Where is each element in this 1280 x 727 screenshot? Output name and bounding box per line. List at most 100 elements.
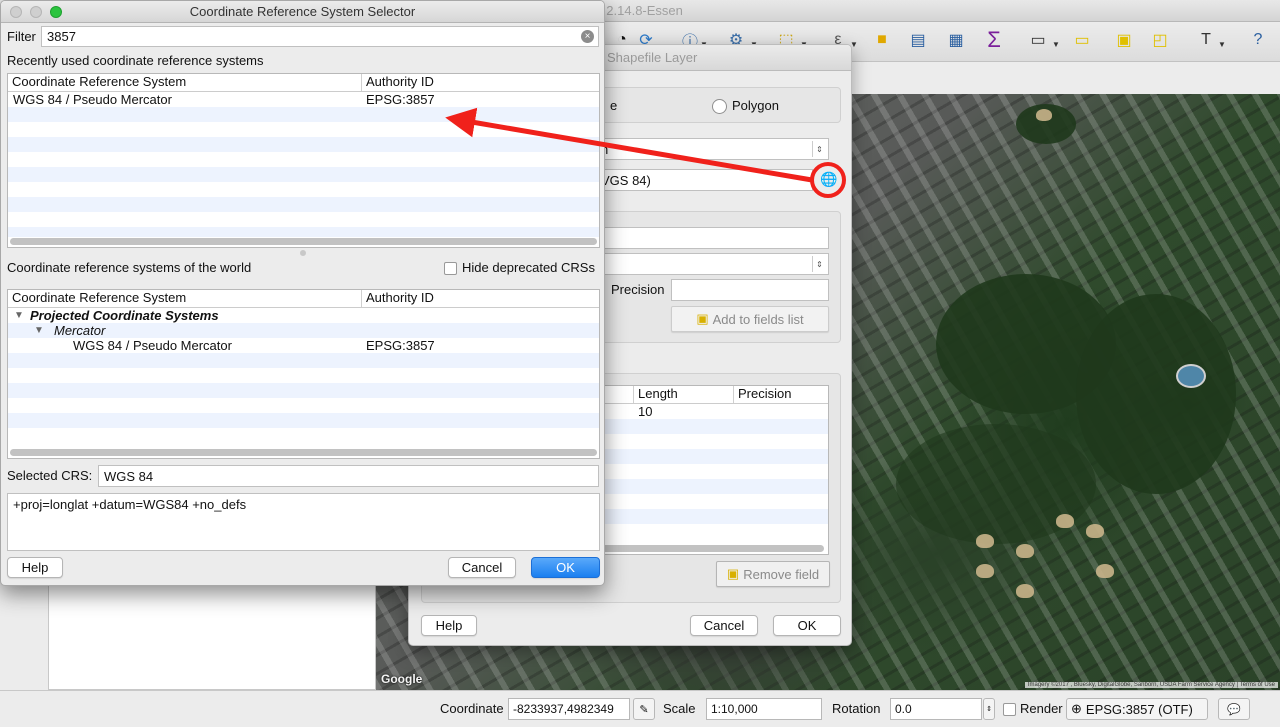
measure-icon[interactable]: ▭ [1026,28,1050,52]
statistics-icon[interactable]: Σ [982,27,1006,52]
splitter-handle[interactable] [300,250,306,256]
field-type-combo[interactable]: ⇕ [595,253,829,275]
polygon-radio[interactable] [712,99,727,114]
rotation-spinbox[interactable]: 0.0 [890,698,982,720]
crs-status-button[interactable]: ⊕ EPSG:3857 (OTF) [1066,698,1208,720]
coordinate-toggle-icon[interactable]: ✎ [633,698,655,720]
rotation-label: Rotation [832,701,881,716]
rotation-stepper[interactable]: ⇕ [983,698,995,720]
table-row [8,197,599,212]
render-label: Render [1020,701,1063,716]
polygon-label: Polygon [732,98,779,113]
hide-deprecated-checkbox[interactable] [444,262,457,275]
chevron-down-icon[interactable]: ▼ [1218,40,1226,49]
crs-dialog-titlebar: Coordinate Reference System Selector [1,1,604,23]
remove-field-label: Remove field [743,566,820,582]
recent-crs-label: Recently used coordinate reference syste… [7,53,264,68]
column-header-authority[interactable]: Authority ID [362,290,599,307]
ballfield [1096,564,1114,578]
pond [1176,364,1206,388]
remove-field-button[interactable]: ▣ Remove field [716,561,830,587]
disclosure-triangle-icon[interactable]: ▼ [34,325,44,336]
cancel-button[interactable]: Cancel [690,615,758,636]
add-to-fields-button[interactable]: ▣ Add to fields list [671,306,829,332]
layers-panel[interactable] [48,580,376,690]
coordinate-field[interactable]: -8233937,4982349 [508,698,630,720]
column-header-authority[interactable]: Authority ID [362,74,599,91]
google-logo: Google [381,672,423,686]
filter-label: Filter [7,29,36,44]
column-header-crs[interactable]: Coordinate Reference System [8,290,362,307]
recent-crs-name: WGS 84 / Pseudo Mercator [13,92,172,107]
recent-crs-authority: EPSG:3857 [366,92,435,107]
table-row[interactable]: WGS 84 / Pseudo Mercator EPSG:3857 [8,92,599,107]
attribute-table-icon[interactable]: ▤ [906,28,930,52]
fields-table[interactable]: Length Precision 10 [595,385,829,555]
geometry-type-partial-label: e [610,98,618,113]
horizontal-scrollbar[interactable] [10,449,597,456]
text-annotation-icon[interactable]: T [1194,28,1218,52]
horizontal-scrollbar[interactable] [598,545,824,552]
form-annotation-icon[interactable]: ▣ [1112,28,1136,52]
render-checkbox[interactable] [1003,703,1016,716]
crs-help-button[interactable]: Help [7,557,63,578]
tree-item-row[interactable]: WGS 84 / Pseudo Mercator EPSG:3857 [8,338,599,353]
chevron-updown-icon: ⇕ [812,141,826,157]
table-row [596,419,828,434]
column-header-crs[interactable]: Coordinate Reference System [8,74,362,91]
crs-dialog-title: Coordinate Reference System Selector [189,4,416,19]
recent-crs-table[interactable]: Coordinate Reference System Authority ID… [7,73,600,248]
field-calculator-icon[interactable]: ▦ [944,28,968,52]
ballfield [976,564,994,578]
help-icon[interactable]: ? [1246,28,1270,52]
messages-icon[interactable]: 💬 [1218,698,1250,720]
world-crs-tree[interactable]: Coordinate Reference System Authority ID… [7,289,600,459]
world-crs-label: Coordinate reference systems of the worl… [7,260,252,275]
tree-subgroup-label: Mercator [54,323,106,338]
field-name-input[interactable] [595,227,829,249]
ballfield [1016,584,1034,598]
add-to-fields-label: Add to fields list [712,311,804,327]
ballfield [976,534,994,548]
globe-icon: ⊕ [1071,701,1082,716]
horizontal-scrollbar[interactable] [10,238,597,245]
annotation-icon[interactable]: ▭ [1070,28,1094,52]
tree-group-row[interactable]: ▼ Projected Coordinate Systems [8,308,599,323]
table-row [8,107,599,122]
ok-button[interactable]: OK [773,615,841,636]
column-header-length[interactable]: Length [634,386,734,403]
scale-value: 1:10,000 [711,702,758,716]
tree-item-authority: EPSG:3857 [366,338,435,353]
column-header-precision[interactable]: Precision [734,386,828,403]
filter-input[interactable]: 3857 × [41,26,599,47]
crs-ok-button[interactable]: OK [531,557,600,578]
proj-string-box[interactable]: +proj=longlat +datum=WGS84 +no_defs [7,493,600,551]
select-crs-icon[interactable]: 🌐 [817,167,841,191]
coordinate-label: Coordinate [440,701,504,716]
tree-item-name: WGS 84 / Pseudo Mercator [73,338,232,353]
file-encoding-combo[interactable]: n ⇕ [595,138,829,160]
scale-label: Scale [663,701,696,716]
status-bar: Coordinate -8233937,4982349 ✎ Scale 1:10… [0,690,1280,727]
table-row[interactable]: 10 [596,404,828,419]
crs-selector-dialog: Coordinate Reference System Selector Fil… [0,0,605,586]
disclosure-triangle-icon[interactable]: ▼ [14,310,24,321]
tree-area [1076,294,1236,494]
crs-cancel-button[interactable]: Cancel [448,557,516,578]
chevron-down-icon[interactable]: ▼ [1052,40,1060,49]
table-row [596,509,828,524]
tree-subgroup-row[interactable]: ▼ Mercator [8,323,599,338]
selected-crs-label: Selected CRS: [7,468,93,483]
svg-annotation-icon[interactable]: ◰ [1148,28,1172,52]
clear-icon[interactable]: × [581,30,594,43]
scale-combo[interactable]: 1:10,000 [706,698,822,720]
layer-crs-field[interactable]: VGS 84) [595,169,813,191]
table-row [8,137,599,152]
layer-crs-partial: VGS 84) [601,173,651,188]
precision-label: Precision [611,282,665,297]
tree-group-label: Projected Coordinate Systems [30,308,219,323]
help-button[interactable]: Help [421,615,477,636]
deselect-icon[interactable]: ■ [870,28,894,52]
precision-input[interactable] [671,279,829,301]
row-length-cell: 10 [638,404,653,419]
